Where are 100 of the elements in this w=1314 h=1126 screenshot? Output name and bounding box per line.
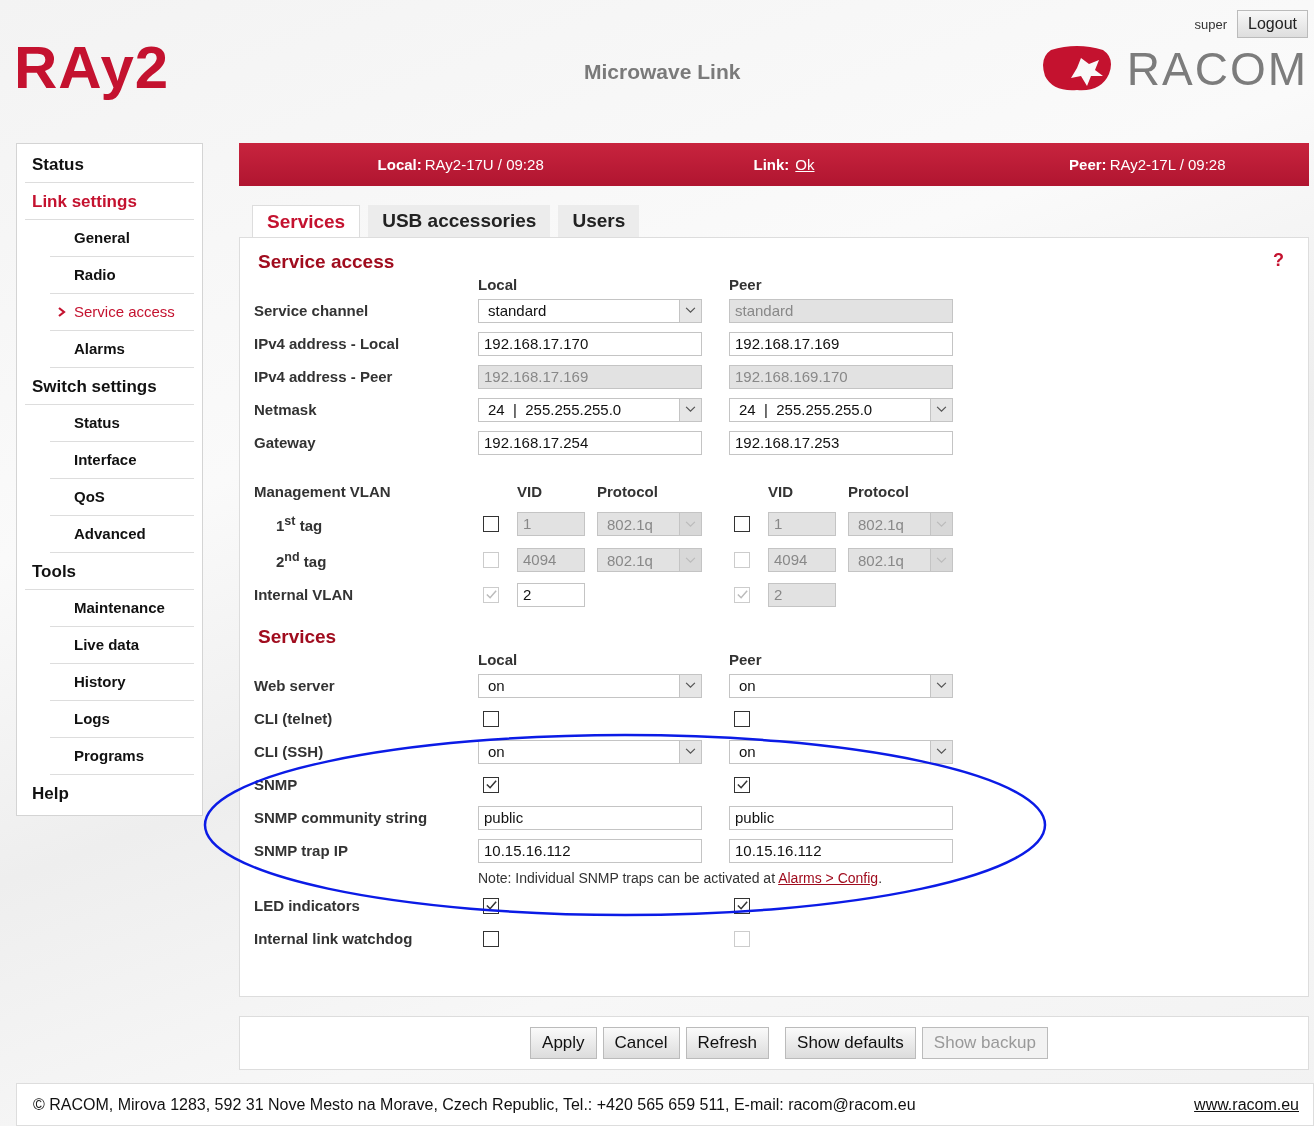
dropdown: 802.1q	[597, 512, 702, 536]
tab[interactable]: USB accessories	[368, 205, 551, 237]
text-field: 192.168.17.169	[478, 364, 702, 389]
page-title: Microwave Link	[584, 60, 742, 84]
submenu-item[interactable]: General	[50, 220, 194, 257]
tab[interactable]: Users	[558, 205, 640, 237]
action-button[interactable]: Refresh	[685, 1027, 770, 1059]
caret-icon	[685, 406, 696, 413]
chevron-icon	[58, 307, 66, 317]
text-field: 192.168.169.170	[729, 364, 953, 389]
text-field[interactable]: 10.15.16.112	[729, 838, 953, 863]
footer-text: © RACOM, Mirova 1283, 592 31 Nove Mesto na Morave, Czech Republic, Tel.: +420 565 659 511, E-mail: racom@racom.eu	[33, 1095, 916, 1114]
caret-icon	[685, 307, 696, 314]
text-field[interactable]: 192.168.17.170	[478, 331, 702, 356]
caret-icon	[685, 748, 696, 755]
checkbox[interactable]	[734, 516, 750, 532]
submenu-item[interactable]: Status	[50, 405, 194, 442]
logout-button[interactable]: Logout	[1237, 10, 1308, 38]
section-heading: Services	[258, 625, 337, 649]
text-field: 4094	[768, 548, 836, 572]
column-heading: Peer	[729, 275, 763, 293]
text-field[interactable]: public	[478, 805, 702, 830]
column-heading: Protocol	[597, 482, 658, 500]
text-field[interactable]: 192.168.17.169	[729, 331, 953, 356]
dropdown[interactable]: on	[478, 673, 702, 698]
dropdown[interactable]: on	[478, 739, 702, 764]
checkbox[interactable]	[483, 930, 499, 947]
submenu-item[interactable]: Service access	[50, 294, 194, 331]
tab[interactable]: Services	[252, 205, 361, 237]
caret-icon	[936, 556, 947, 564]
field-label: Service channel	[254, 302, 370, 319]
menu-item[interactable]: Help	[25, 775, 194, 811]
caret-icon	[685, 556, 696, 564]
submenu-item[interactable]: Logs	[50, 701, 194, 738]
text-field[interactable]: 192.168.17.253	[729, 430, 953, 455]
text-field: 1	[517, 512, 585, 536]
action-button[interactable]: Apply	[530, 1027, 597, 1059]
field-label: SNMP	[254, 776, 299, 793]
menu-item[interactable]: Switch settings	[25, 368, 194, 405]
username: super	[1194, 16, 1228, 32]
action-button[interactable]: Show defaults	[785, 1027, 916, 1059]
action-button: Show backup	[921, 1027, 1048, 1059]
checkbox[interactable]	[483, 710, 499, 727]
submenu-item[interactable]: Alarms	[50, 331, 194, 368]
caret-icon	[936, 682, 947, 689]
column-heading: Local	[478, 650, 519, 668]
field-label: 2$^{nd}$ tag	[275, 550, 328, 570]
field-label: CLI (SSH)	[254, 743, 325, 760]
note-text: Note: Individual SNMP traps can be activated at Alarms > Config.	[478, 870, 883, 886]
status-label: Local:	[377, 156, 422, 173]
dropdown[interactable]: on	[729, 673, 953, 698]
field-label: LED indicators	[254, 897, 361, 914]
dropdown[interactable]: on	[729, 739, 953, 764]
submenu-item[interactable]: History	[50, 664, 194, 701]
caret-icon	[936, 406, 947, 413]
caret-icon	[685, 520, 696, 528]
checkbox[interactable]	[483, 516, 499, 532]
field-label: IPv4 address - Local	[254, 335, 401, 352]
checkbox[interactable]	[734, 776, 750, 793]
column-heading: Peer	[729, 650, 763, 668]
menu-item[interactable]: Status	[25, 146, 194, 183]
dropdown[interactable]: standard	[478, 298, 702, 323]
website-link[interactable]: www.racom.eu	[1194, 1095, 1299, 1114]
field-label: Web server	[254, 677, 336, 694]
status-label: Link:	[753, 156, 790, 173]
submenu-item[interactable]: Interface	[50, 442, 194, 479]
dropdown[interactable]: 24 | 255.255.255.0	[729, 397, 953, 422]
caret-icon	[936, 520, 947, 528]
alarms-config-link[interactable]: Alarms > Config	[778, 870, 879, 886]
column-heading: VID	[517, 482, 543, 500]
status-label: Peer:	[1069, 156, 1107, 173]
field-label: Management VLAN	[254, 482, 392, 500]
link-status-link[interactable]: Ok	[795, 156, 815, 173]
submenu-item[interactable]: Advanced	[50, 516, 194, 553]
submenu-item[interactable]: Live data	[50, 627, 194, 664]
field-label: 1$^{st}$ tag	[275, 514, 324, 534]
submenu-item[interactable]: Maintenance	[50, 590, 194, 627]
menu-item[interactable]: Link settings	[25, 183, 194, 220]
text-field[interactable]: public	[729, 805, 953, 830]
checkbox[interactable]	[483, 776, 499, 793]
dropdown[interactable]: 24 | 255.255.255.0	[478, 397, 702, 422]
help-link[interactable]: ?	[1273, 250, 1284, 271]
submenu-item[interactable]: Radio	[50, 257, 194, 294]
ray2-logo: RAy2	[14, 38, 171, 98]
text-field[interactable]: 192.168.17.254	[478, 430, 702, 455]
column-heading: Local	[478, 275, 519, 293]
text-field[interactable]: 10.15.16.112	[478, 838, 702, 863]
menu-item[interactable]: Tools	[25, 553, 194, 590]
text-field: 4094	[517, 548, 585, 572]
text-field[interactable]: 2	[517, 582, 585, 607]
status-value: RAy2-17U / 09:28	[424, 156, 544, 173]
section-heading: Service access	[258, 250, 395, 274]
column-heading: Protocol	[848, 482, 909, 500]
submenu-item[interactable]: QoS	[50, 479, 194, 516]
submenu-item[interactable]: Programs	[50, 738, 194, 775]
checkbox[interactable]	[734, 710, 750, 727]
action-button[interactable]: Cancel	[602, 1027, 680, 1059]
caret-icon	[936, 748, 947, 755]
dropdown: 802.1q	[848, 548, 953, 572]
racom-logo: RACOM	[1126, 46, 1308, 92]
